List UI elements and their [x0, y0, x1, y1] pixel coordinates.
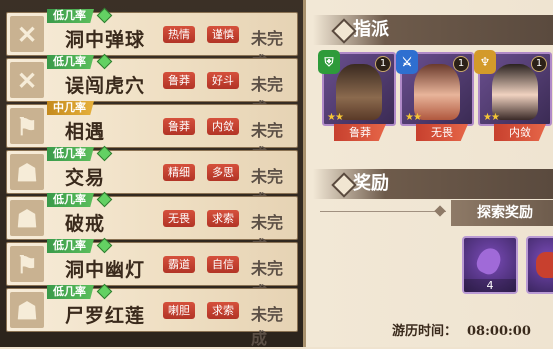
trait-tag: 鲁莽 — [163, 118, 195, 135]
crossed-swords-icon: ✕ — [10, 16, 44, 52]
hero-level: 1 — [453, 56, 469, 72]
hero-level: 1 — [531, 56, 547, 72]
event-row[interactable]: ☗ 低几率 破戒 无畏 求索 未完成 — [6, 191, 298, 256]
tier-label: 低几率 — [47, 9, 94, 23]
event-name: 交易 — [65, 167, 106, 189]
trait-tag: 霸道 — [163, 256, 195, 273]
trait-tag: 内敛 — [207, 118, 239, 135]
reward-item[interactable]: 4 — [462, 236, 518, 294]
gem-icon — [96, 7, 113, 24]
timer-label: 游历时间： — [392, 324, 458, 339]
tier-label: 低几率 — [47, 147, 94, 161]
expedition-screen: ✕ 低几率 洞中弹球 热情 谨慎 未完成 ✕ 低几率 误闯虎穴 鲁莽 好斗 未完… — [0, 0, 553, 348]
gem-pouch-icon — [473, 244, 505, 278]
rewards-title: 奖励 — [353, 173, 389, 194]
event-name: 相遇 — [65, 121, 106, 143]
trait-tag: 热情 — [163, 26, 195, 43]
event-row[interactable]: ⚑ 中几率 相遇 鲁莽 内敛 未完成 — [6, 101, 298, 164]
dispatch-panel: 指派 1 ★★ ⛨ 鲁莽 1 ★★ ⚔ 无畏 1 ★★ ♆ 内敛 奖励 探索奖励… — [306, 0, 553, 347]
divider-line — [320, 211, 446, 212]
trait-tag: 好斗 — [207, 72, 239, 89]
tier-label: 低几率 — [47, 285, 94, 299]
event-row[interactable]: ☗ 低几率 交易 精细 多思 未完成 — [6, 145, 298, 210]
reward-item[interactable] — [526, 236, 553, 294]
explore-reward-subtitle: 探索奖励 — [451, 200, 553, 226]
event-row[interactable]: ✕ 低几率 洞中弹球 热情 谨慎 未完成 — [6, 7, 298, 72]
gem-icon — [96, 53, 113, 70]
trident-badge-icon: ♆ — [474, 50, 496, 74]
status-text: 未完成 — [251, 305, 284, 348]
trait-tag: 求索 — [207, 210, 239, 227]
event-row[interactable]: ✕ 低几率 误闯虎穴 鲁莽 好斗 未完成 — [6, 53, 298, 118]
trait-tag: 鲁莽 — [163, 72, 195, 89]
gem-icon — [96, 283, 113, 300]
divider-diamond-icon — [434, 205, 446, 217]
hero-trait: 鲁莽 — [334, 124, 386, 141]
trait-tag: 自信 — [207, 256, 239, 273]
trait-tag: 精细 — [163, 164, 195, 181]
dispatch-header: 指派 — [313, 15, 553, 45]
gem-icon — [96, 237, 113, 254]
red-bag-icon — [536, 252, 553, 278]
person-icon: ☗ — [10, 292, 44, 328]
tier-label: 低几率 — [47, 239, 94, 253]
shield-badge-icon: ⛨ — [318, 50, 340, 74]
hero-trait: 无畏 — [416, 124, 468, 141]
hero-level: 1 — [375, 56, 391, 72]
crossed-swords-icon: ✕ — [10, 62, 44, 98]
event-name: 破戒 — [65, 213, 106, 235]
hero-stars: ★★ — [405, 112, 422, 123]
event-row[interactable]: ☗ 低几率 尸罗红莲 喇胆 求索 未完成 — [6, 283, 298, 348]
event-name: 误闯虎穴 — [65, 75, 146, 97]
event-name: 尸罗红莲 — [65, 305, 146, 327]
travel-time: 游历时间： 08:00:00 — [392, 320, 531, 339]
flag-icon: ⚑ — [10, 246, 44, 282]
event-name: 洞中弹球 — [65, 29, 146, 51]
tier-label: 中几率 — [47, 101, 94, 115]
trait-tag: 喇胆 — [163, 302, 195, 319]
person-icon: ☗ — [10, 200, 44, 236]
trait-tag: 多思 — [207, 164, 239, 181]
dispatch-title: 指派 — [353, 19, 389, 40]
flag-icon: ⚑ — [10, 108, 44, 144]
person-icon: ☗ — [10, 154, 44, 190]
event-row[interactable]: ⚑ 低几率 洞中幽灯 霸道 自信 未完成 — [6, 237, 298, 302]
hero-stars: ★★ — [483, 112, 500, 123]
event-name: 洞中幽灯 — [65, 259, 146, 281]
hero-stars: ★★ — [327, 112, 344, 123]
event-list-panel: ✕ 低几率 洞中弹球 热情 谨慎 未完成 ✕ 低几率 误闯虎穴 鲁莽 好斗 未完… — [0, 0, 304, 348]
hero-trait: 内敛 — [494, 124, 546, 141]
trait-tag: 求索 — [207, 302, 239, 319]
trait-tag: 谨慎 — [207, 26, 239, 43]
sword-badge-icon: ⚔ — [396, 50, 418, 74]
trait-tag: 无畏 — [163, 210, 195, 227]
rewards-header: 奖励 — [313, 169, 553, 199]
tier-label: 低几率 — [47, 55, 94, 69]
timer-value: 08:00:00 — [467, 324, 531, 339]
gem-icon — [96, 145, 113, 162]
gem-icon — [96, 191, 113, 208]
tier-label: 低几率 — [47, 193, 94, 207]
item-count: 4 — [464, 279, 516, 292]
